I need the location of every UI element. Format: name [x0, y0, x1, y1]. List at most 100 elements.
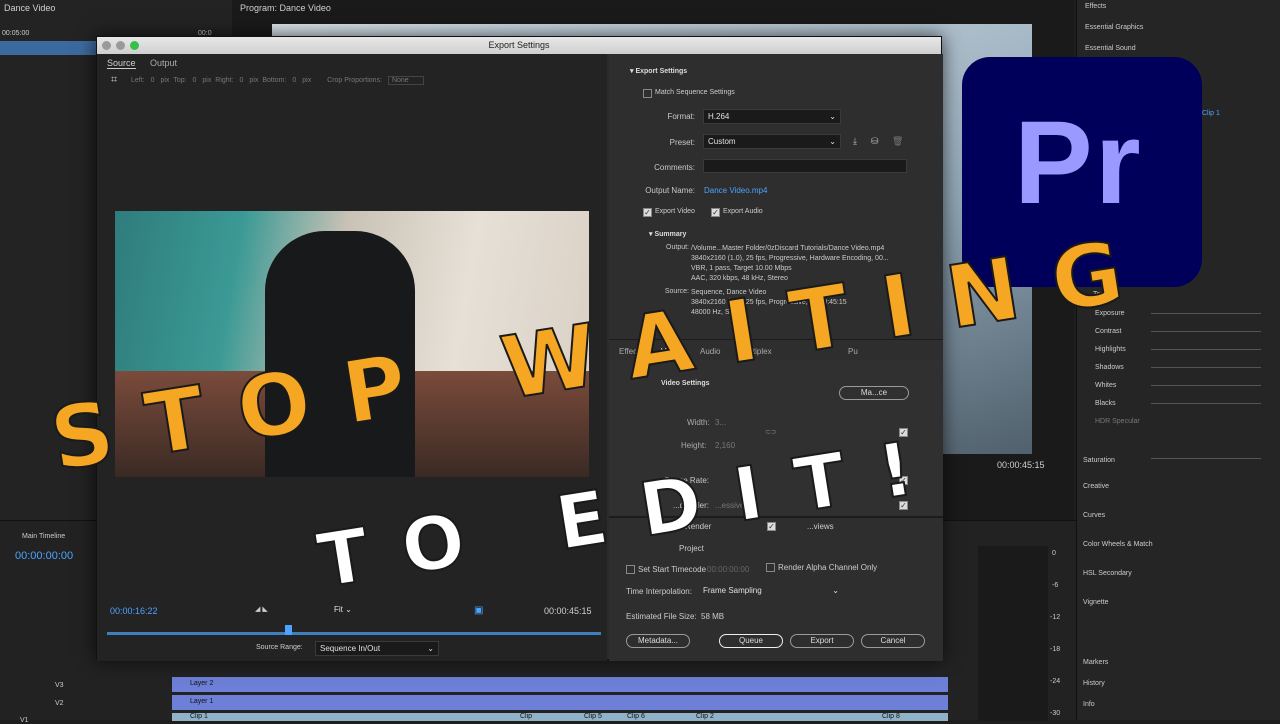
comments-input[interactable] — [703, 159, 907, 173]
source-timecode: 00:05:00 — [2, 30, 30, 37]
crop-proportions-select[interactable]: None — [387, 76, 424, 85]
export-audio-checkbox[interactable]: ✓ — [711, 208, 720, 217]
height-value[interactable]: 2,160 — [715, 441, 735, 450]
crop-left-value[interactable]: 0 — [151, 77, 155, 84]
meter-tick-12: -12 — [1050, 614, 1061, 621]
match-sequence-checkbox[interactable] — [643, 89, 652, 98]
export-settings-header[interactable]: ▾ Export Settings — [630, 67, 687, 75]
section-hsl[interactable]: HSL Secondary — [1083, 570, 1132, 577]
start-timecode-value[interactable]: 00:00:00:00 — [707, 565, 749, 574]
start-timecode-checkbox[interactable] — [626, 565, 635, 574]
section-creative[interactable]: Creative — [1083, 483, 1109, 490]
meter-tick-6: -6 — [1052, 582, 1059, 589]
summary-output-label: Output: — [666, 244, 689, 251]
height-label: Height: — [681, 441, 707, 450]
summary-header[interactable]: ▾ Summary — [649, 230, 686, 238]
file-size-label: Estimated File Size: — [626, 612, 697, 621]
clip-5-label: Clip 5 — [584, 713, 602, 720]
layer-2-label: Layer 2 — [190, 680, 214, 687]
tone-sliders[interactable] — [1151, 313, 1261, 314]
set-in-point-icon[interactable]: ◢ ◣ — [255, 605, 268, 613]
source-range-select[interactable]: Sequence In/Out ⌄ — [315, 641, 439, 656]
clip-2-label: Clip 2 — [696, 713, 714, 720]
crop-top-value[interactable]: 0 — [193, 77, 197, 84]
timeline-title: Main Timeline — [22, 533, 66, 540]
source-timeline-bar[interactable] — [107, 632, 601, 635]
save-preset-icon[interactable]: ⛁ — [871, 136, 879, 147]
saturation-label: Saturation — [1083, 457, 1115, 464]
width-label: Width: — [687, 418, 710, 427]
tab-source[interactable]: Source — [107, 58, 136, 69]
meter-tick-18: -18 — [1050, 646, 1061, 653]
format-label: Format: — [667, 112, 695, 121]
source-range-label: Source Range: — [256, 644, 303, 651]
match-sequence-label: Match Sequence Settings — [655, 89, 735, 96]
panel-essential-sound[interactable]: Essential Sound — [1085, 45, 1136, 52]
tone-whites: Whites — [1095, 382, 1117, 389]
preset-select[interactable]: Custom ⌄ — [703, 134, 841, 149]
export-audio-label: Export Audio — [723, 208, 763, 215]
section-vignette[interactable]: Vignette — [1083, 599, 1109, 606]
clip-label: Clip — [520, 713, 533, 720]
time-interpolation-select[interactable]: Frame Sampling ⌄ — [699, 584, 843, 597]
format-select[interactable]: H.264 ⌄ — [703, 109, 841, 124]
crop-controls: Left: 0 pix Top: 0 pix Right: 0 pix Bott… — [131, 76, 424, 85]
layer-1-label: Layer 1 — [190, 698, 214, 705]
width-value[interactable]: 3... — [715, 418, 726, 427]
crop-bottom-value[interactable]: 0 — [292, 77, 296, 84]
link-icon[interactable]: ⊂⊃ — [765, 428, 777, 436]
output-name-link[interactable]: Dance Video.mp4 — [704, 186, 767, 195]
layer-2-clip[interactable]: Layer 2 — [172, 677, 948, 692]
clip-1-label: Clip 1 — [190, 713, 208, 720]
crop-top-label: Top: — [173, 77, 187, 84]
export-button[interactable]: Export — [790, 634, 854, 648]
tone-list: Exposure Contrast Highlights Shadows Whi… — [1095, 310, 1255, 436]
panel-info[interactable]: Info — [1083, 701, 1095, 708]
output-name-label: Output Name: — [645, 186, 695, 195]
crop-right-unit: pix — [249, 77, 259, 84]
crop-proportions-label: Crop Proportions: — [327, 77, 383, 84]
alpha-only-checkbox[interactable] — [766, 563, 775, 572]
time-interpolation-value: Frame Sampling — [703, 586, 762, 595]
clip-6-label: Clip 6 — [627, 713, 645, 720]
track-v2[interactable]: V2 — [55, 700, 64, 707]
import-preset-icon[interactable]: ⤓ — [853, 136, 857, 147]
panel-effects[interactable]: Effects — [1085, 3, 1106, 10]
dialog-titlebar[interactable]: Export Settings — [97, 37, 941, 54]
layer-1-clip[interactable]: Layer 1 — [172, 695, 948, 710]
section-curves[interactable]: Curves — [1083, 512, 1105, 519]
close-window-button[interactable] — [102, 41, 111, 50]
delete-preset-icon[interactable]: 🗑 — [892, 136, 903, 147]
cancel-button[interactable]: Cancel — [861, 634, 925, 648]
format-value: H.264 — [708, 112, 730, 121]
crop-icon[interactable]: ⌗ — [111, 74, 117, 87]
track-v3[interactable]: V3 — [55, 682, 64, 689]
minimize-window-button[interactable] — [116, 41, 125, 50]
alpha-only-label: Render Alpha Channel Only — [778, 563, 878, 572]
section-color-wheels[interactable]: Color Wheels & Match — [1083, 541, 1153, 548]
aspect-correct-icon[interactable]: ▣ — [474, 605, 483, 616]
queue-button[interactable]: Queue — [719, 634, 783, 648]
meter-tick-24: -24 — [1050, 678, 1061, 685]
tone-contrast: Contrast — [1095, 328, 1122, 335]
panel-history[interactable]: History — [1083, 680, 1105, 687]
panel-essential-graphics[interactable]: Essential Graphics — [1085, 24, 1143, 31]
metadata-button[interactable]: Metadata... — [626, 634, 690, 648]
source-panel-title: Dance Video — [4, 3, 56, 13]
crop-bottom-unit: pix — [302, 77, 312, 84]
export-video-checkbox[interactable]: ✓ — [643, 208, 652, 217]
panel-markers[interactable]: Markers — [1083, 659, 1108, 666]
crop-right-value[interactable]: 0 — [240, 77, 244, 84]
current-timecode[interactable]: 00:00:16:22 — [110, 606, 158, 616]
zoom-window-button[interactable] — [130, 41, 139, 50]
match-source-button[interactable]: Ma...ce — [839, 386, 909, 400]
playhead[interactable] — [285, 625, 292, 635]
clip-8-label: Clip 8 — [882, 713, 900, 720]
meter-tick-30: -30 — [1050, 710, 1061, 717]
track-v1[interactable]: V1 — [20, 717, 29, 724]
meter-tick-0: 0 — [1052, 550, 1056, 557]
fit-select[interactable]: Fit ⌄ — [330, 603, 375, 616]
clip-reference: Clip 1 — [1202, 110, 1220, 117]
file-size-value: 58 MB — [701, 612, 725, 621]
tab-output[interactable]: Output — [150, 58, 177, 68]
